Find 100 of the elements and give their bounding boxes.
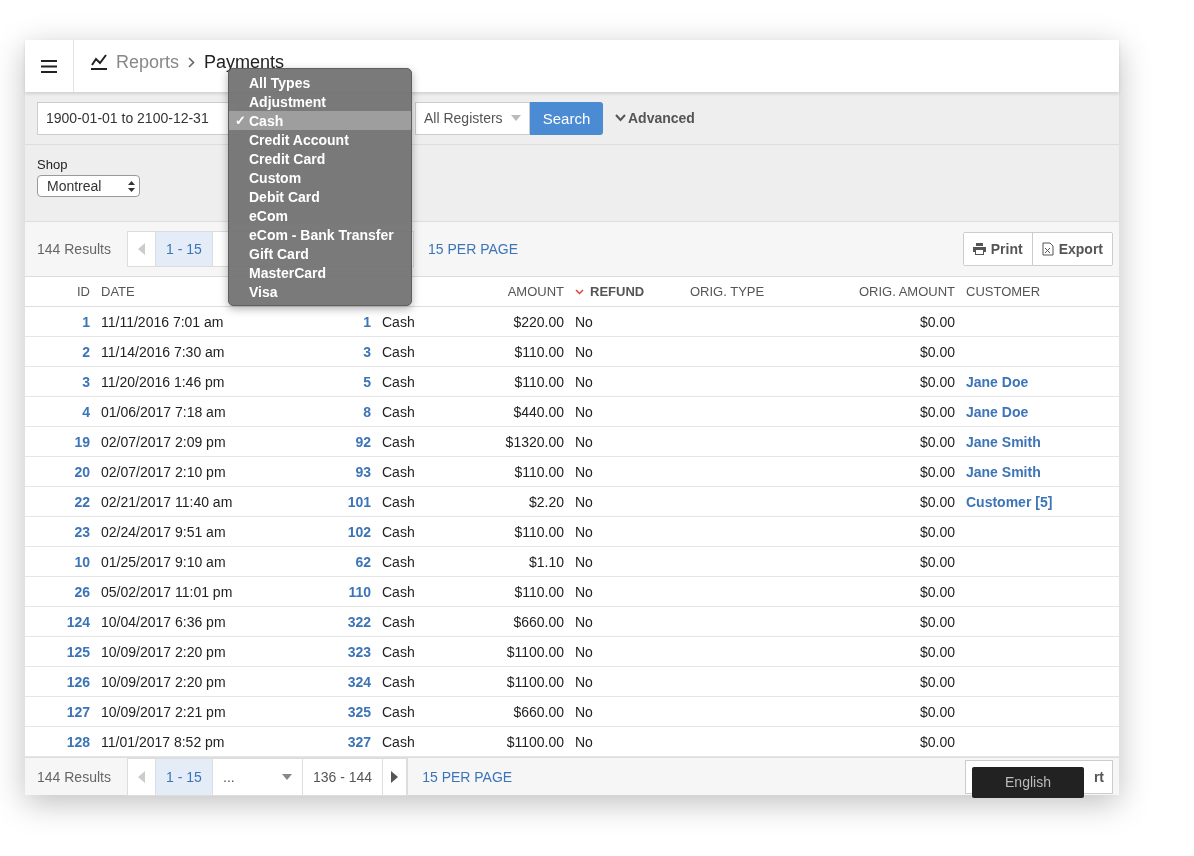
table-link[interactable]: 5 (363, 373, 382, 390)
table-link[interactable]: 62 (355, 553, 382, 570)
table-link[interactable]: 8 (363, 403, 382, 420)
menu-item[interactable]: All Types (229, 73, 411, 92)
table-cell: 02/07/2017 2:10 pm (101, 463, 226, 480)
table-link[interactable]: 4 (82, 403, 101, 420)
per-page-link[interactable]: 15 PER PAGE (416, 767, 519, 786)
table-cell: No (575, 373, 593, 390)
page-button[interactable]: 1 - 15 (156, 758, 213, 795)
breadcrumb-item[interactable]: Reports (116, 51, 180, 73)
menu-item[interactable]: Debit Card (229, 187, 411, 206)
table-cell-text: $0.00 (919, 703, 956, 720)
per-page-link[interactable]: 15 PER PAGE (422, 240, 524, 258)
table-cell: 10/09/2017 2:21 pm (101, 703, 226, 720)
menu-item[interactable]: Custom (229, 168, 411, 187)
table-link[interactable]: 19 (74, 433, 101, 450)
column-header[interactable]: ORIG. AMOUNT (858, 284, 955, 299)
table-cell-text: $0.00 (919, 583, 956, 600)
table-cell: 02/07/2017 2:09 pm (101, 433, 226, 450)
table-cell: No (575, 703, 593, 720)
table-link[interactable]: 126 (66, 673, 101, 690)
table-cell-text: $0.00 (919, 343, 956, 360)
table-cell-text: $440.00 (513, 403, 565, 420)
table-link[interactable]: Customer [5] (966, 493, 1053, 510)
column-header[interactable]: AMOUNT (507, 284, 564, 299)
menu-item[interactable]: eCom - Bank Transfer (229, 225, 411, 244)
menu-item[interactable]: MasterCard (229, 263, 411, 282)
table-link[interactable]: 323 (347, 643, 382, 660)
print-button[interactable]: Print (963, 233, 1033, 265)
table-link[interactable]: 324 (347, 673, 382, 690)
table-link[interactable]: 101 (347, 493, 382, 510)
shop-label: Shop (37, 157, 68, 172)
table-cell: Cash (382, 343, 415, 360)
table-cell-text: $0.00 (919, 613, 956, 630)
table-cell-text: $220.00 (513, 313, 565, 330)
table-link[interactable]: 10 (74, 553, 101, 570)
updown-icon (128, 180, 135, 192)
shop-select[interactable]: Montreal (37, 175, 140, 197)
table-link[interactable]: 128 (66, 733, 101, 750)
breadcrumb-item: Payments (204, 51, 285, 73)
advanced-toggle[interactable]: Advanced (615, 110, 695, 126)
table-link[interactable]: 124 (66, 613, 101, 630)
column-header[interactable]: DATE (101, 284, 135, 299)
sort-caret-icon (575, 288, 584, 295)
table-link[interactable]: 325 (347, 703, 382, 720)
column-header[interactable]: REFUND (575, 284, 645, 299)
table-link[interactable]: 26 (74, 583, 101, 600)
table-link[interactable]: 22 (74, 493, 101, 510)
table-cell-text: $0.00 (919, 523, 956, 540)
menu-item[interactable]: Visa (229, 282, 411, 301)
table-link[interactable]: 2 (82, 343, 101, 360)
table-link[interactable]: 20 (74, 463, 101, 480)
menu-icon[interactable] (41, 59, 57, 73)
table-cell: No (575, 313, 593, 330)
table-cell: Cash (382, 403, 415, 420)
table-link[interactable]: 1 (82, 313, 101, 330)
table-link[interactable]: Jane Smith (966, 433, 1041, 450)
table-link[interactable]: 23 (74, 523, 101, 540)
table-link[interactable]: 93 (355, 463, 382, 480)
next-icon[interactable] (391, 770, 399, 783)
table-link[interactable]: Jane Doe (966, 373, 1029, 390)
chart-icon (91, 54, 107, 70)
table-cell: No (575, 493, 593, 510)
table-cell: 01/25/2017 9:10 am (101, 553, 226, 570)
table-cell: No (575, 523, 593, 540)
table-link[interactable]: 3 (363, 343, 382, 360)
table-cell: Cash (382, 703, 415, 720)
menu-item[interactable]: eCom (229, 206, 411, 225)
table-cell-text: $110.00 (514, 463, 565, 480)
table-cell: Cash (382, 523, 415, 540)
menu-item[interactable]: ✓ Cash (229, 111, 411, 130)
table-link[interactable]: 125 (66, 643, 101, 660)
table-link[interactable]: 3 (82, 373, 101, 390)
table-link[interactable]: 322 (347, 613, 382, 630)
page-button[interactable]: 1 - 15 (156, 232, 213, 266)
table-link[interactable]: 127 (66, 703, 101, 720)
table-cell-text: $1100.00 (506, 733, 565, 750)
table-link[interactable]: 102 (347, 523, 382, 540)
check-icon: ✓ (235, 113, 246, 128)
column-header[interactable]: ORIG. TYPE (690, 284, 765, 299)
menu-item[interactable]: Credit Card (229, 149, 411, 168)
table-link[interactable]: 327 (347, 733, 382, 750)
table-link[interactable]: Jane Doe (966, 403, 1029, 420)
results-count: 144 Results (37, 241, 112, 257)
table-cell: Cash (382, 433, 415, 450)
table-cell: No (575, 733, 593, 750)
table-cell: No (575, 343, 593, 360)
table-link[interactable]: 1 (363, 313, 382, 330)
column-header[interactable]: CUSTOMER (966, 284, 1041, 299)
register-select[interactable]: All Registers (415, 101, 530, 135)
table-link[interactable]: Jane Smith (966, 463, 1041, 480)
table-cell: 02/24/2017 9:51 am (101, 523, 226, 540)
table-cell: No (575, 403, 593, 420)
search-button[interactable]: Search (530, 101, 603, 135)
column-header[interactable]: ID (77, 284, 90, 299)
chevron-icon (188, 56, 196, 68)
table-cell-text: $0.00 (919, 373, 956, 390)
menu-item[interactable]: Gift Card (229, 244, 411, 263)
table-link[interactable]: 92 (355, 433, 382, 450)
table-link[interactable]: 110 (348, 583, 382, 600)
